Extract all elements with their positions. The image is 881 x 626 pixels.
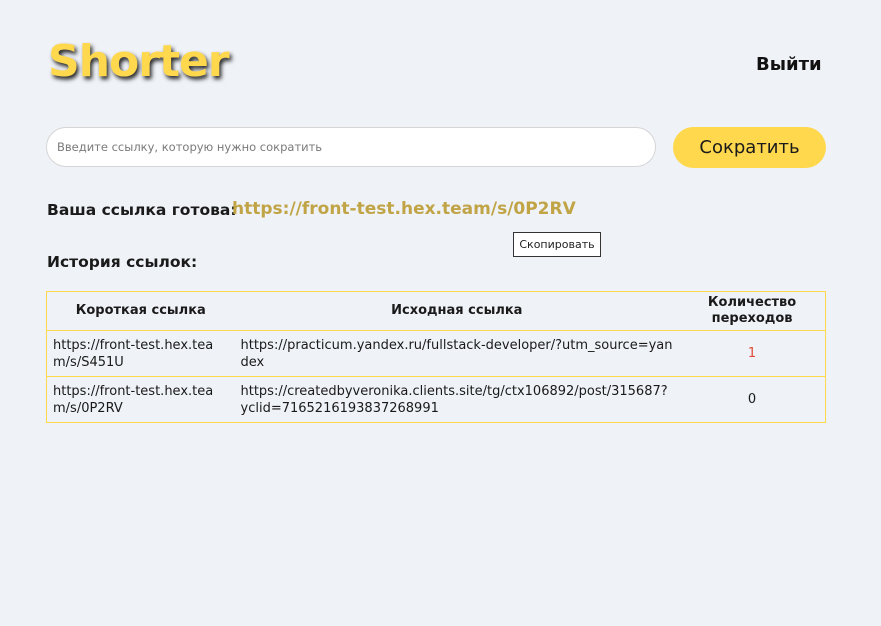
logout-button[interactable]: Выйти xyxy=(756,54,822,75)
copy-tooltip[interactable]: Скопировать xyxy=(513,232,601,257)
column-header-original[interactable]: Исходная ссылка xyxy=(234,291,680,331)
click-count-cell: 0 xyxy=(679,376,826,423)
original-link-cell[interactable]: https://createdbyveronika.clients.site/t… xyxy=(234,376,680,423)
column-header-count[interactable]: Количество переходов xyxy=(679,291,826,331)
table-header-row: Короткая ссылка Исходная ссылка Количест… xyxy=(46,291,826,331)
url-input[interactable] xyxy=(46,127,656,167)
original-link-cell[interactable]: https://practicum.yandex.ru/fullstack-de… xyxy=(234,330,680,377)
shorten-button[interactable]: Сократить xyxy=(673,127,826,168)
page: Shorter Выйти Сократить Ваша ссылка гото… xyxy=(0,0,881,626)
history-title: История ссылок: xyxy=(47,253,198,271)
click-count-cell: 1 xyxy=(679,330,826,377)
history-table: Короткая ссылка Исходная ссылка Количест… xyxy=(46,291,826,423)
column-header-short[interactable]: Короткая ссылка xyxy=(46,291,235,331)
table-row: https://front-test.hex.team/s/0P2RV http… xyxy=(46,376,826,423)
short-link-cell[interactable]: https://front-test.hex.team/s/S451U xyxy=(46,330,235,377)
short-link-cell[interactable]: https://front-test.hex.team/s/0P2RV xyxy=(46,376,235,423)
short-link[interactable]: https://front-test.hex.team/s/0P2RV xyxy=(232,199,576,219)
app-logo: Shorter xyxy=(48,36,230,87)
result-label: Ваша ссылка готова: xyxy=(47,201,237,219)
table-row: https://front-test.hex.team/s/S451U http… xyxy=(46,330,826,377)
